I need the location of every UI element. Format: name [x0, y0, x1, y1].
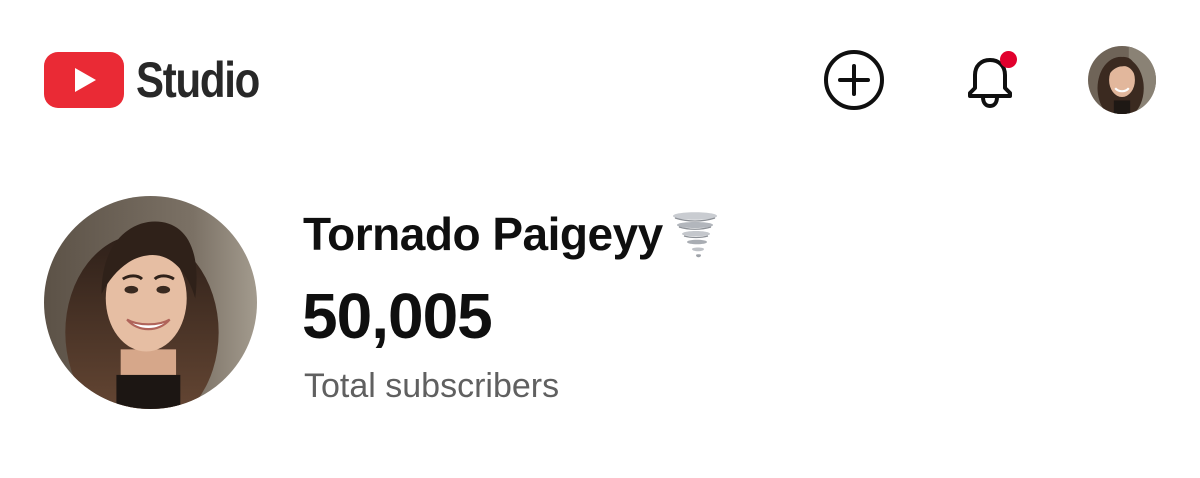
account-avatar-image [1088, 46, 1156, 114]
channel-name: Tornado Paigeyy [303, 208, 663, 260]
channel-name-row: Tornado Paigeyy [303, 204, 723, 264]
subscriber-label: Total subscribers [304, 367, 560, 405]
create-plus-circle-icon [824, 50, 884, 110]
subscriber-count: 50,005 [302, 280, 493, 352]
channel-avatar [44, 196, 257, 409]
channel-avatar-image [44, 196, 257, 409]
account-avatar[interactable] [1088, 46, 1156, 114]
youtube-studio-logo[interactable]: Studio [44, 50, 283, 110]
create-button[interactable] [822, 48, 886, 112]
tornado-emoji-icon [672, 212, 717, 258]
notifications-button[interactable] [956, 48, 1024, 112]
studio-dashboard: Studio Tornado Paigeyy 50,005 Total subs… [0, 0, 1200, 478]
studio-wordmark: Studio [136, 52, 260, 108]
youtube-logo-icon [44, 52, 124, 108]
notification-badge-dot [1000, 51, 1017, 68]
